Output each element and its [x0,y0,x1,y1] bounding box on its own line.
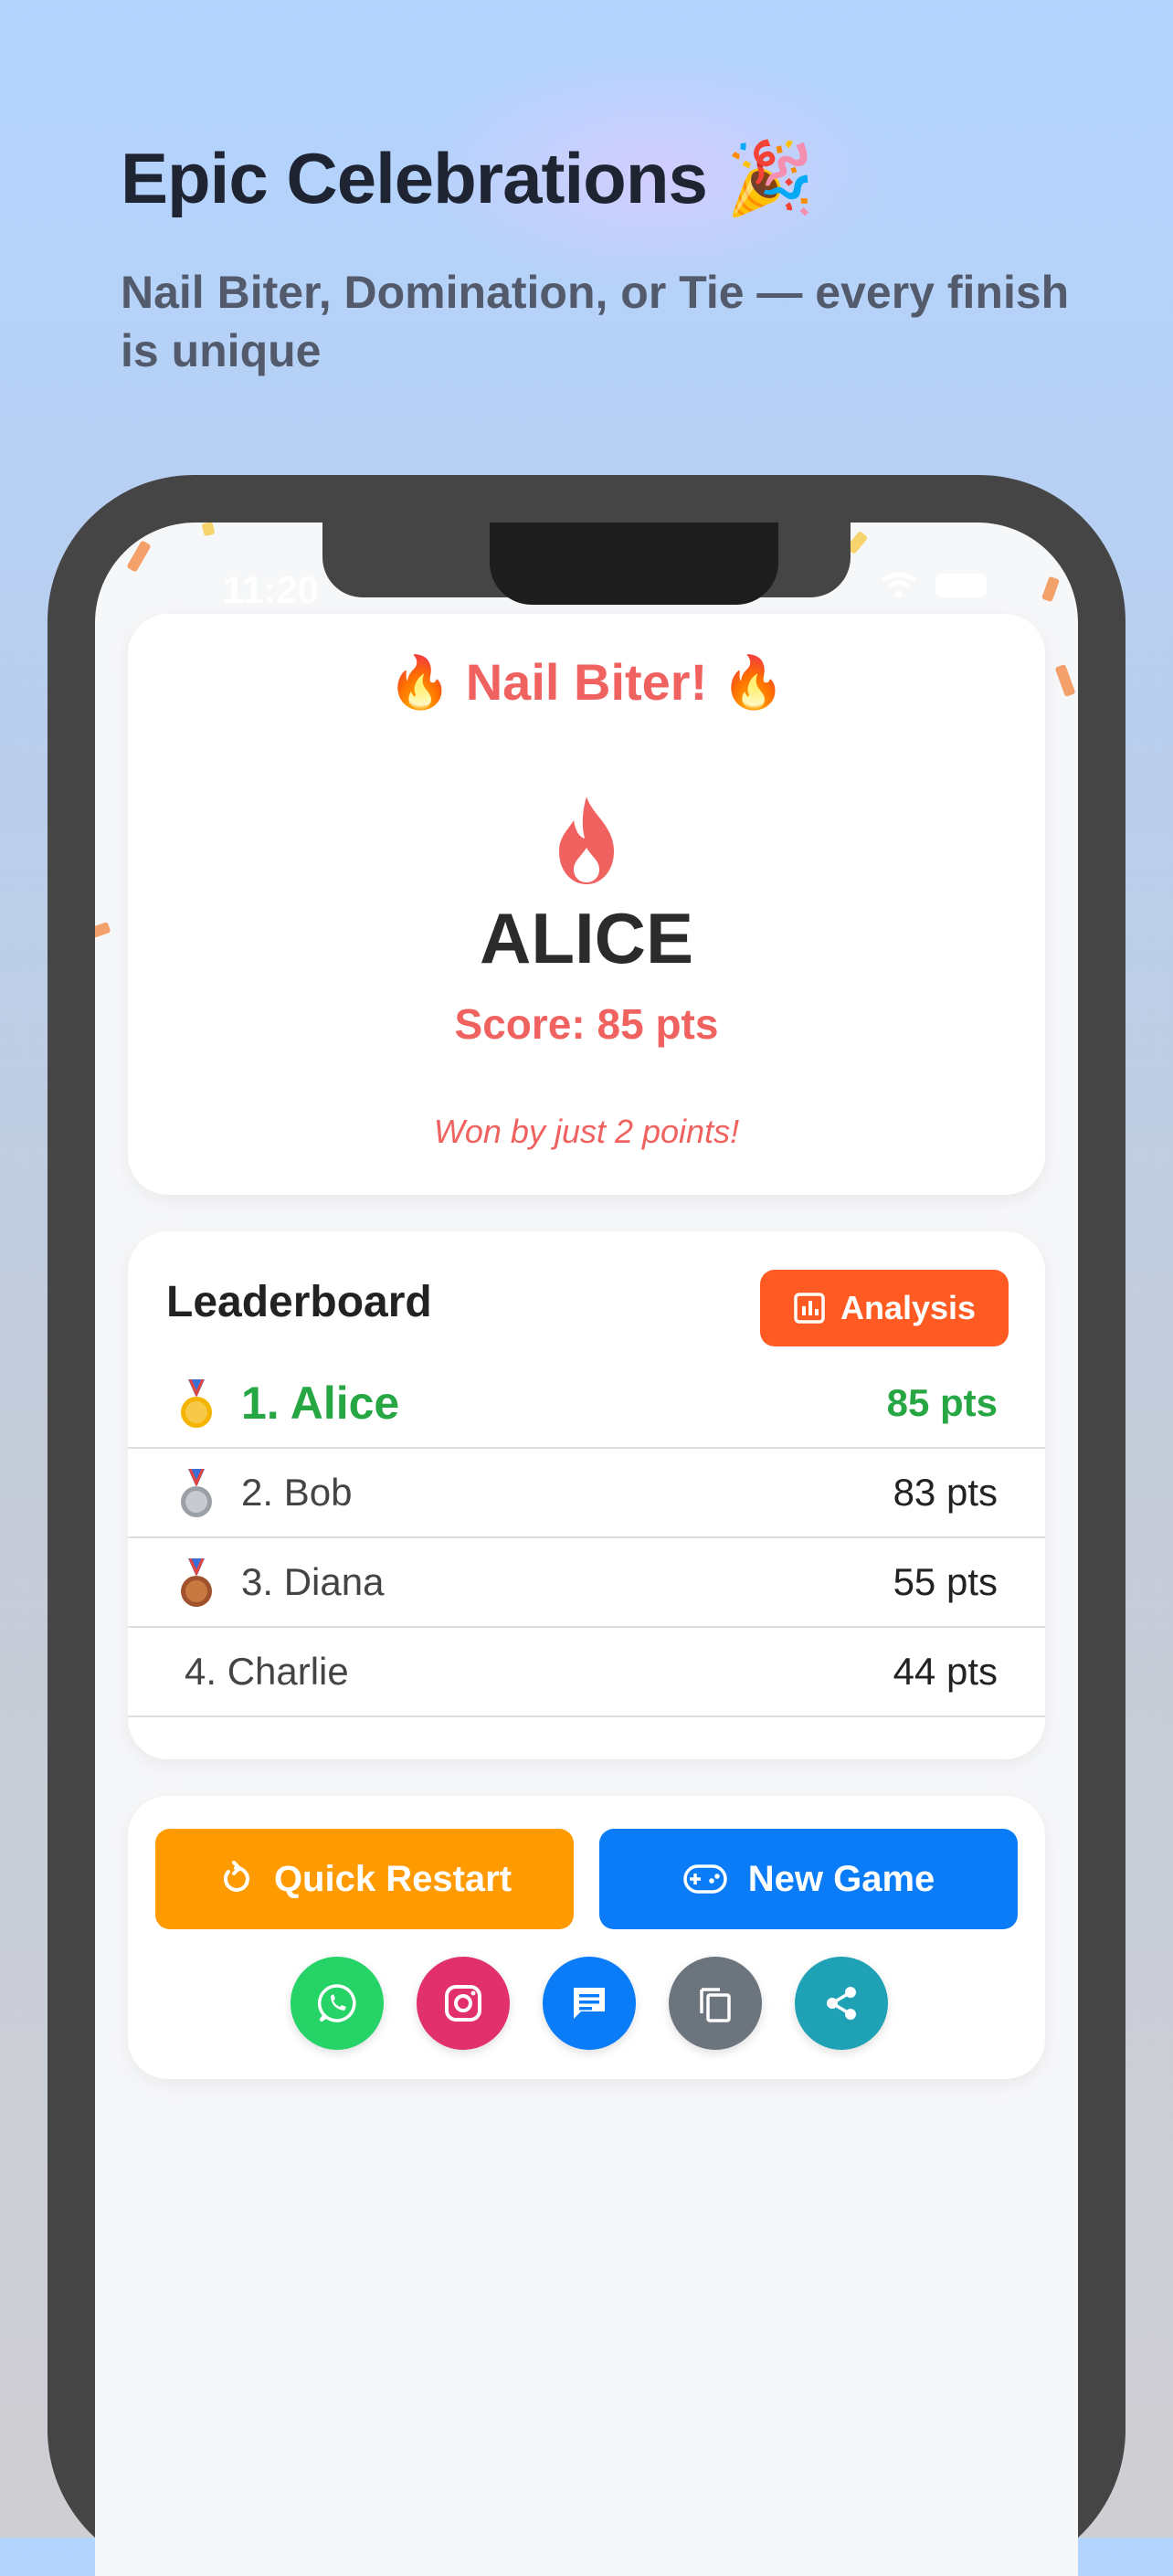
confetti-piece [95,921,111,939]
silver-medal-icon [181,1469,212,1517]
whatsapp-icon [317,1984,356,2022]
share-icon [827,1987,856,2020]
player-name: 3. Diana [241,1560,385,1603]
new-game-button[interactable]: New Game [599,1829,1018,1929]
analysis-button[interactable]: Analysis [760,1270,1009,1346]
winner-name: ALICE [480,898,693,978]
dynamic-island [490,523,778,605]
winner-score: Score: 85 pts [454,1000,719,1048]
promo-title-text: Epic Celebrations [121,138,708,218]
confetti-piece [1054,663,1076,698]
instagram-share-button[interactable] [417,1957,510,2050]
analysis-label: Analysis [840,1289,977,1326]
player-name: 1. Alice [241,1378,400,1429]
message-icon [574,1988,605,2019]
player-name: 2. Bob [241,1471,353,1514]
leaderboard-card: Leaderboard Analysis 1. Alice 85 pts 2. … [128,1231,1045,1759]
status-time: 11:20 [223,568,320,611]
leaderboard-title: Leaderboard [166,1278,432,1326]
player-name: 4. Charlie [185,1650,349,1693]
gamepad-icon [682,1864,727,1894]
promo-title: Epic Celebrations 🎉 [121,137,815,221]
confetti-piece [201,523,216,537]
phone-frame: 11:20 🔥 Nail Biter! 🔥 ALICE Score: 85 pt… [48,475,1125,2576]
win-margin-note: Won by just 2 points! [433,1113,740,1150]
player-score: 85 pts [886,1381,998,1424]
leaderboard-row: 3. Diana 55 pts [128,1538,1045,1628]
wifi-icon [881,572,917,598]
whatsapp-share-button[interactable] [291,1957,384,2050]
flame-icon [559,797,614,884]
party-popper-icon: 🎉 [725,138,815,218]
phone-screen: 11:20 🔥 Nail Biter! 🔥 ALICE Score: 85 pt… [95,523,1078,2576]
actions-card: Quick Restart New Game [128,1796,1045,2079]
quick-restart-button[interactable]: Quick Restart [155,1829,574,1929]
status-icons [879,570,987,601]
message-share-button[interactable] [543,1957,636,2050]
copy-icon [700,1988,731,2022]
restart-icon [223,1861,249,1892]
winner-card: 🔥 Nail Biter! 🔥 ALICE Score: 85 pts Won … [128,614,1045,1195]
bronze-medal-icon [181,1558,212,1607]
battery-icon [935,574,987,597]
player-score: 83 pts [893,1471,998,1514]
gold-medal-icon [181,1379,212,1428]
player-score: 44 pts [893,1650,998,1693]
leaderboard-row: 4. Charlie 44 pts [128,1628,1045,1717]
promo-subtitle: Nail Biter, Domination, or Tie — every f… [121,267,1070,376]
share-buttons [291,1957,888,2050]
player-score: 55 pts [893,1560,998,1603]
bar-chart-icon [794,1293,825,1324]
share-button[interactable] [795,1957,888,2050]
confetti-piece [126,540,152,573]
quick-restart-label: Quick Restart [273,1858,513,1899]
instagram-icon [445,1985,481,2022]
copy-button[interactable] [669,1957,762,2050]
leaderboard-row: 2. Bob 83 pts [128,1449,1045,1538]
leaderboard-row: 1. Alice 85 pts [128,1359,1045,1449]
confetti-piece [1041,575,1061,603]
new-game-label: New Game [747,1858,935,1899]
celebration-title: 🔥 Nail Biter! 🔥 [387,653,786,711]
